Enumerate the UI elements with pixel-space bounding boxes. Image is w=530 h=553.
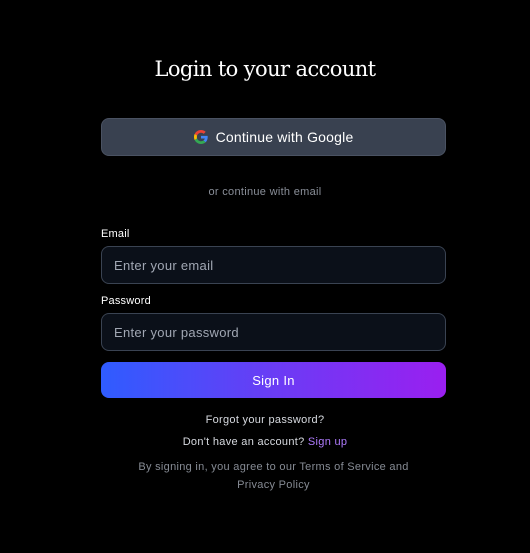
- google-g-icon: [193, 130, 208, 144]
- signup-row: Don't have an account? Sign up: [0, 436, 530, 448]
- forgot-password-link[interactable]: Forgot your password?: [206, 414, 325, 426]
- divider-text: or continue with email: [208, 186, 322, 198]
- sign-in-button[interactable]: Sign In: [101, 362, 446, 398]
- signup-prompt: Don't have an account?: [182, 436, 305, 448]
- email-field[interactable]: [101, 246, 446, 284]
- login-page: Login to your account Continue with Goog…: [0, 0, 530, 553]
- continue-with-google-button[interactable]: Continue with Google: [101, 118, 446, 156]
- email-label: Email: [101, 228, 130, 240]
- terms-notice: By signing in, you agree to our Terms of…: [138, 461, 409, 491]
- password-label: Password: [101, 295, 151, 307]
- sign-up-link[interactable]: Sign up: [308, 436, 347, 448]
- password-field[interactable]: [101, 313, 446, 351]
- forgot-password-row: Forgot your password?: [0, 414, 530, 426]
- page-title: Login to your account: [154, 57, 376, 81]
- google-button-label: Continue with Google: [215, 129, 354, 145]
